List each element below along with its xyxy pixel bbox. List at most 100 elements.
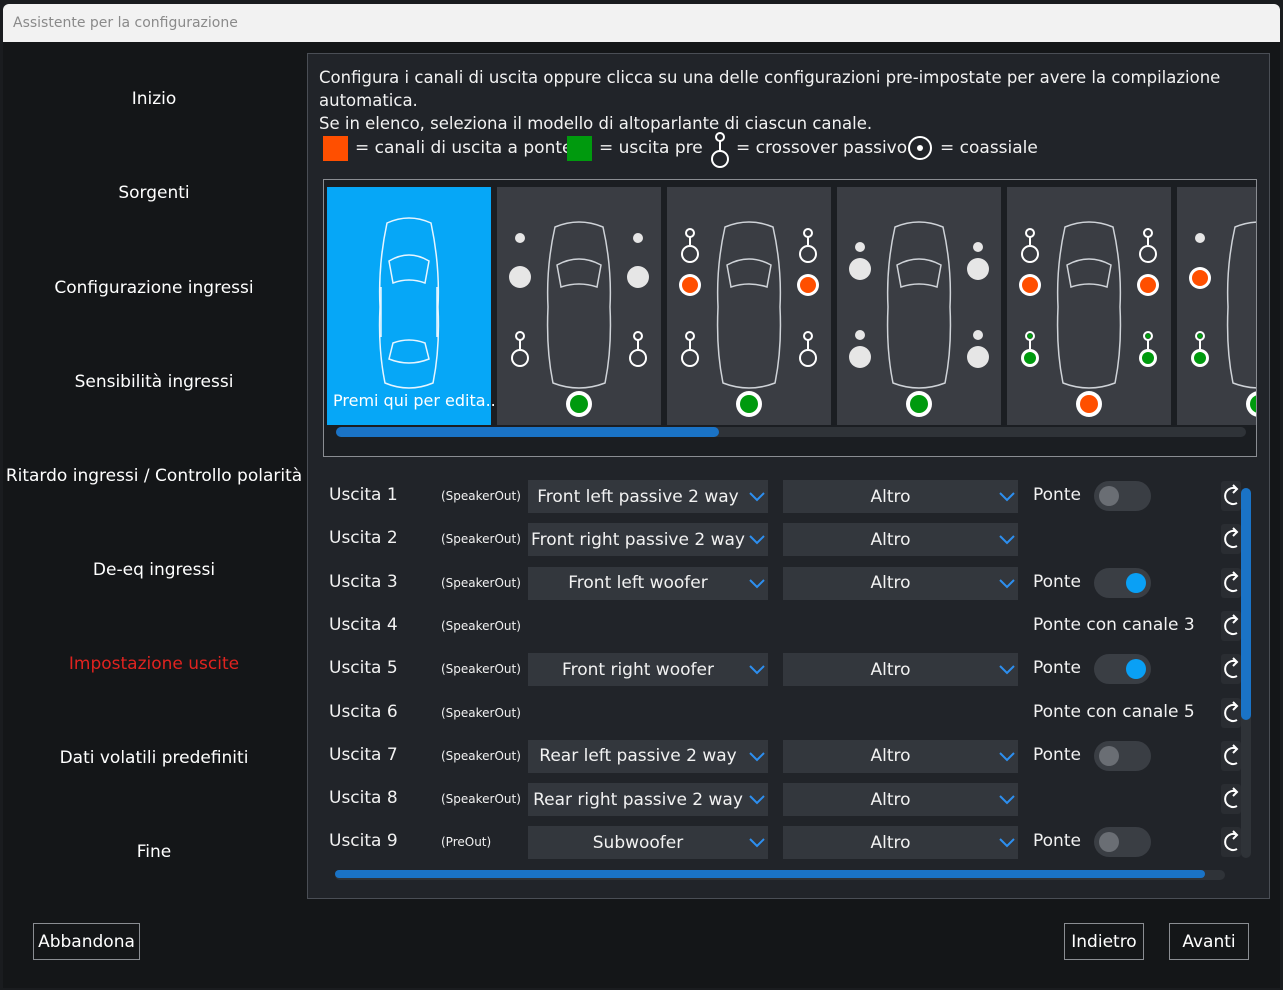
step-impostazione-uscite[interactable]: Impostazione uscite xyxy=(3,654,305,674)
output-name: Uscita 4 xyxy=(329,614,398,635)
speaker-type-value: Front right woofer xyxy=(562,659,714,680)
outputs-vertical-scrollbar-thumb[interactable] xyxy=(1241,488,1251,720)
title-bar: Assistente per la configurazione xyxy=(3,4,1280,42)
chevron-down-icon xyxy=(749,535,765,545)
back-button[interactable]: Indietro xyxy=(1064,923,1144,960)
step-fine[interactable]: Fine xyxy=(3,842,305,862)
output-type: (SpeakerOut) xyxy=(441,748,521,763)
preset-card[interactable] xyxy=(497,187,661,425)
polarity-icon[interactable] xyxy=(1221,740,1241,771)
output-name: Uscita 2 xyxy=(329,528,398,549)
speaker-model-value: Altro xyxy=(870,486,911,507)
outputs-horizontal-scrollbar[interactable] xyxy=(335,870,1225,880)
step-configurazione-ingressi[interactable]: Configurazione ingressi xyxy=(3,278,305,298)
bridge-label: Ponte xyxy=(1033,831,1081,852)
step-deeq-ingressi[interactable]: De-eq ingressi xyxy=(3,560,305,580)
next-button[interactable]: Avanti xyxy=(1169,923,1249,960)
bridge-label: Ponte xyxy=(1033,485,1081,505)
speaker-model-dropdown[interactable]: Altro xyxy=(783,566,1018,600)
step-dati-volatili[interactable]: Dati volatili predefiniti xyxy=(3,748,305,768)
chevron-down-icon xyxy=(999,665,1015,675)
preset-scrollbar-thumb[interactable] xyxy=(336,427,719,437)
bridge-toggle[interactable] xyxy=(1094,567,1151,598)
preset-layout-icon xyxy=(509,221,649,417)
step-sorgenti[interactable]: Sorgenti xyxy=(3,183,305,203)
speaker-type-dropdown[interactable]: Front right woofer xyxy=(528,653,768,687)
polarity-icon[interactable] xyxy=(1221,481,1241,511)
chevron-down-icon xyxy=(999,492,1015,502)
output-type: (SpeakerOut) xyxy=(441,662,521,677)
polarity-icon[interactable] xyxy=(1221,524,1241,555)
polarity-icon[interactable] xyxy=(1221,784,1241,815)
speaker-type-value: Rear left passive 2 way xyxy=(539,746,737,767)
speaker-model-value: Altro xyxy=(870,573,911,594)
output-row: Uscita 4 (SpeakerOut) Ponte con canale 3 xyxy=(308,609,1258,643)
preset-card[interactable] xyxy=(667,187,831,425)
bridge-toggle[interactable] xyxy=(1094,740,1151,771)
pre-swatch xyxy=(567,135,592,161)
bridge-toggle[interactable] xyxy=(1094,481,1151,511)
preset-card[interactable] xyxy=(837,187,1001,425)
preset-layout-icon xyxy=(1189,221,1256,417)
legend-crossover: = crossover passivo xyxy=(708,132,907,168)
output-name: Uscita 8 xyxy=(329,788,398,809)
output-type: (PreOut) xyxy=(441,835,492,850)
chevron-down-icon xyxy=(749,665,765,675)
speaker-model-dropdown[interactable]: Altro xyxy=(783,826,1018,860)
outputs-vertical-scrollbar[interactable] xyxy=(1241,488,1251,858)
speaker-model-value: Altro xyxy=(870,832,911,853)
speaker-type-dropdown[interactable]: Rear left passive 2 way xyxy=(528,739,768,773)
legend-pre: = uscita pre xyxy=(567,133,703,163)
speaker-type-dropdown[interactable]: Front left passive 2 way xyxy=(528,480,768,513)
bridge-swatch xyxy=(323,135,348,161)
abort-button[interactable]: Abbandona xyxy=(33,923,140,960)
speaker-type-value: Front right passive 2 way xyxy=(531,529,745,550)
output-type: (SpeakerOut) xyxy=(441,792,521,807)
polarity-icon[interactable] xyxy=(1221,567,1241,598)
preset-card[interactable] xyxy=(1007,187,1171,425)
toggle-knob xyxy=(1126,659,1146,680)
chevron-down-icon xyxy=(999,795,1015,805)
bridge-label: Ponte con canale 5 xyxy=(1033,701,1195,722)
output-type: (SpeakerOut) xyxy=(441,575,521,590)
window-title: Assistente per la configurazione xyxy=(13,15,238,31)
bridge-toggle[interactable] xyxy=(1094,654,1151,685)
polarity-icon[interactable] xyxy=(1221,697,1241,728)
outputs-horizontal-scrollbar-thumb[interactable] xyxy=(335,870,1205,878)
bridge-label: Ponte con canale 3 xyxy=(1033,614,1195,635)
speaker-model-dropdown[interactable]: Altro xyxy=(783,739,1018,773)
preset-card[interactable] xyxy=(1177,187,1256,425)
speaker-model-dropdown[interactable]: Altro xyxy=(783,783,1018,817)
output-row: Uscita 1 (SpeakerOut) Front left passive 2… xyxy=(308,479,1258,513)
step-inizio[interactable]: Inizio xyxy=(3,89,305,109)
output-name: Uscita 5 xyxy=(329,658,398,679)
preset-layout-icon xyxy=(1019,221,1159,417)
output-name: Uscita 1 xyxy=(329,485,398,505)
chevron-down-icon xyxy=(749,795,765,805)
output-name: Uscita 3 xyxy=(329,571,398,592)
chevron-down-icon xyxy=(749,838,765,848)
polarity-icon[interactable] xyxy=(1221,654,1241,685)
preset-custom[interactable]: Premi qui per edita... xyxy=(327,187,501,425)
speaker-type-dropdown[interactable]: Front right passive 2 way xyxy=(528,523,768,557)
polarity-icon[interactable] xyxy=(1221,610,1241,641)
step-ritardo-ingressi[interactable]: Ritardo ingressi / Controllo polarità xyxy=(3,466,305,486)
bridge-toggle[interactable] xyxy=(1094,827,1151,858)
step-sensibilita-ingressi[interactable]: Sensibilità ingressi xyxy=(3,372,305,392)
preset-scrollbar[interactable] xyxy=(336,427,1246,437)
speaker-type-dropdown[interactable]: Subwoofer xyxy=(528,826,768,860)
speaker-type-value: Front left woofer xyxy=(568,573,708,594)
speaker-model-value: Altro xyxy=(870,789,911,810)
speaker-model-dropdown[interactable]: Altro xyxy=(783,523,1018,557)
speaker-model-dropdown[interactable]: Altro xyxy=(783,653,1018,687)
preset-gallery: Premi qui per edita... xyxy=(323,179,1257,457)
speaker-model-value: Altro xyxy=(870,746,911,767)
output-name: Uscita 6 xyxy=(329,701,398,722)
coaxial-icon xyxy=(908,136,932,160)
polarity-icon[interactable] xyxy=(1221,827,1241,858)
speaker-type-dropdown[interactable]: Front left woofer xyxy=(528,566,768,600)
speaker-type-value: Subwoofer xyxy=(592,832,684,853)
speaker-type-dropdown[interactable]: Rear right passive 2 way xyxy=(528,783,768,817)
speaker-model-dropdown[interactable]: Altro xyxy=(783,480,1018,513)
output-row: Uscita 6 (SpeakerOut) Ponte con canale 5 xyxy=(308,696,1258,730)
